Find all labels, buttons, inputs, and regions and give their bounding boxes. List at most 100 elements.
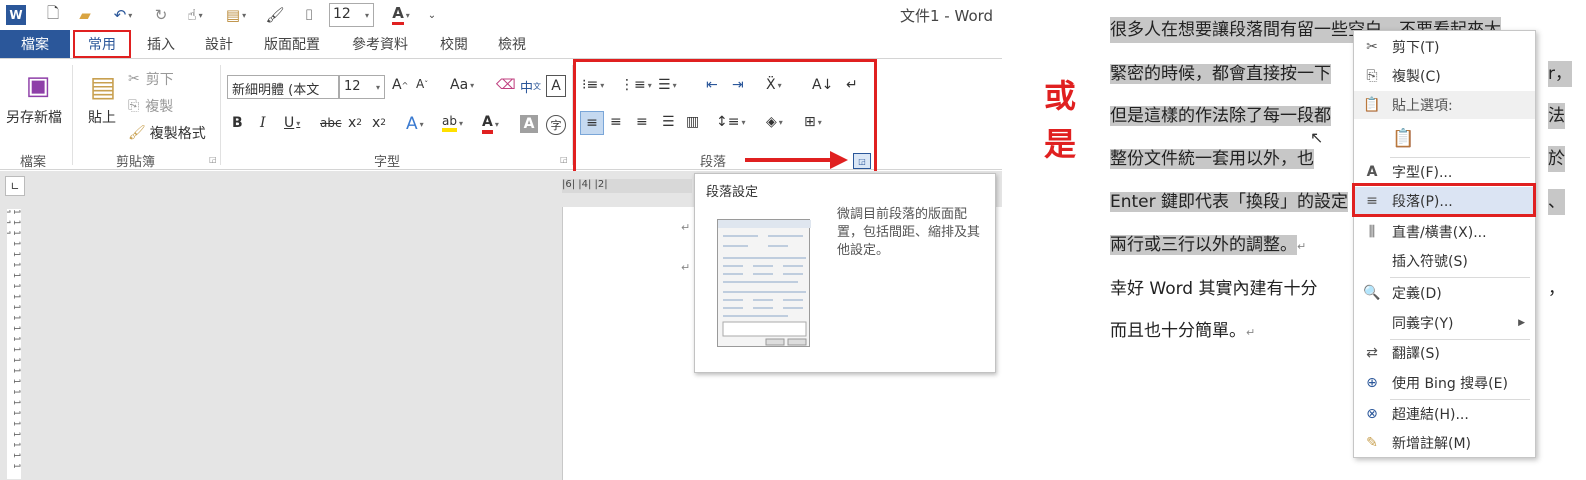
tab-view[interactable]: 檢視 xyxy=(498,30,526,58)
shrink-font-icon[interactable]: Aˇ xyxy=(416,77,428,91)
menu-item-label: 剪下(T) xyxy=(1392,40,1440,56)
menu-item-font[interactable]: A 字型(F)... xyxy=(1354,158,1535,186)
font-color-qat-icon[interactable]: A ▾ xyxy=(384,3,418,27)
doc-line-text: 整份文件統一套用以外，也 xyxy=(1110,149,1314,169)
bold-icon[interactable]: B xyxy=(232,115,243,131)
font-size-box[interactable]: 12 ▾ xyxy=(339,75,385,99)
font-launcher-icon[interactable]: ◲ xyxy=(560,155,568,164)
save-new-icon[interactable]: ▣ xyxy=(20,67,56,105)
touch-mode-icon[interactable]: ☝ ▾ xyxy=(180,3,210,27)
menu-item-copy[interactable]: ⎘ 複製(C) xyxy=(1354,62,1535,90)
font-size-value: 12 xyxy=(344,79,361,94)
menu-item-hyperlink[interactable]: ⊗ 超連結(H)... xyxy=(1354,400,1535,428)
change-case-icon[interactable]: Aa ▾ xyxy=(450,77,474,93)
group-separator xyxy=(72,65,73,165)
menu-item-label: 翻譯(S) xyxy=(1392,346,1440,362)
menu-item-text-direction[interactable]: ⫼ 直書/橫書(X)... xyxy=(1354,218,1535,246)
menu-item-paste-keep[interactable]: 📋 xyxy=(1354,123,1535,153)
superscript-icon[interactable]: x2 xyxy=(372,115,386,131)
menu-item-label: 定義(D) xyxy=(1392,286,1442,302)
define-icon: 🔍 xyxy=(1363,285,1381,301)
font-color-icon[interactable]: A ▾ xyxy=(482,114,499,134)
menu-item-translate[interactable]: ⇄ 翻譯(S) xyxy=(1354,339,1535,367)
menu-item-label: 超連結(H)... xyxy=(1392,407,1469,423)
bing-search-icon: ⊕ xyxy=(1366,375,1378,391)
vertical-ruler[interactable]: 1 1 1 1 1 1 1 1 1 1 1 1 1 1 1 1 1 1 1 1 … xyxy=(7,209,21,479)
mouse-cursor-icon: ↖ xyxy=(1310,128,1324,147)
doc-line-text: 而且也十分簡單。 xyxy=(1110,321,1246,341)
comment-icon: ✎ xyxy=(1366,435,1378,451)
format-painter-label: 複製格式 xyxy=(149,126,206,142)
qat-font-size-value: 12 xyxy=(333,6,351,22)
menu-item-define[interactable]: 🔍 定義(D) xyxy=(1354,279,1535,307)
character-border-icon[interactable]: A xyxy=(546,75,566,97)
paragraph-qat-icon[interactable]: ⌷ xyxy=(298,3,320,27)
menu-item-bing-search[interactable]: ⊕ 使用 Bing 搜尋(E) xyxy=(1354,369,1535,397)
new-document-icon[interactable]: 🗋 xyxy=(42,3,64,27)
subscript-icon[interactable]: x2 xyxy=(348,115,362,131)
paste-qat-icon[interactable]: ▤ ▾ xyxy=(220,3,252,27)
menu-item-label: 貼上選項: xyxy=(1392,98,1453,114)
character-shading-icon[interactable]: A xyxy=(520,115,538,133)
or-annotation-text: 或是 xyxy=(1043,77,1076,163)
menu-header-paste-options: 📋 貼上選項: xyxy=(1354,91,1535,119)
font-name-box[interactable]: 新細明體 (本文 xyxy=(227,75,339,99)
doc-line-text: 緊密的時候，都會直接按一下 xyxy=(1110,64,1331,84)
tab-design[interactable]: 設計 xyxy=(205,30,233,58)
highlight-icon[interactable]: ab ▾ xyxy=(442,114,463,132)
hyperlink-icon: ⊗ xyxy=(1366,406,1378,422)
phonetic-guide-icon[interactable]: 中文 xyxy=(520,77,541,96)
enclose-characters-icon[interactable]: 字 xyxy=(546,115,566,135)
text-effects-icon[interactable]: A ▾ xyxy=(406,114,424,134)
cut-button[interactable]: ✂ 剪下 xyxy=(128,69,174,89)
underline-icon[interactable]: U ▾ xyxy=(284,115,300,131)
translate-icon: ⇄ xyxy=(1366,345,1378,361)
format-painter-button[interactable]: 🖌 複製格式 xyxy=(128,123,206,143)
font-icon: A xyxy=(1366,164,1378,180)
clipboard-launcher-icon[interactable]: ◲ xyxy=(209,155,217,164)
tab-review[interactable]: 校閱 xyxy=(440,30,468,58)
doc-line: 但是這樣的作法除了每一段都 法 xyxy=(1110,103,1565,129)
word-window: W 🗋 ▰ ↶ ▾ ↻ ☝ ▾ ▤ ▾ 🖌 ⌷ 12 ▾ A ▾ ⌄ 文件1 - Word… xyxy=(0,0,1002,480)
ruler-numbers: |6| |4| |2| xyxy=(562,179,608,190)
menu-item-cut[interactable]: ✂ 剪下(T) xyxy=(1354,33,1535,61)
doc-line: 幸好 Word 其實內建有十分 ， xyxy=(1110,276,1565,302)
open-folder-icon[interactable]: ▰ xyxy=(74,3,96,27)
tab-home[interactable]: 常用 xyxy=(73,30,131,58)
customize-qat-icon[interactable]: ⌄ xyxy=(426,3,438,27)
grow-font-icon[interactable]: A ^ xyxy=(392,77,408,93)
tab-insert[interactable]: 插入 xyxy=(147,30,175,58)
tab-layout[interactable]: 版面配置 xyxy=(264,30,320,58)
copy-button[interactable]: ⎘ 複製 xyxy=(128,96,173,116)
undo-icon[interactable]: ↶ ▾ xyxy=(106,3,140,27)
paragraph-menu-highlight xyxy=(1352,183,1536,217)
italic-icon[interactable]: I xyxy=(260,115,266,131)
strikethrough-icon[interactable]: abc xyxy=(320,116,342,130)
paste-button[interactable]: 貼上 xyxy=(88,107,116,127)
tab-selector-icon[interactable]: ∟ xyxy=(5,176,25,196)
menu-item-synonyms[interactable]: 同義字(Y) ▶ xyxy=(1354,309,1535,337)
font-name-value: 新細明體 (本文 xyxy=(232,83,320,98)
menu-item-new-comment[interactable]: ✎ 新增註解(M) xyxy=(1354,429,1535,457)
paste-keep-icon: 📋 xyxy=(1392,127,1415,149)
doc-line-text: Enter 鍵即代表「換段」的設定 xyxy=(1110,192,1349,212)
group-separator xyxy=(220,65,221,165)
scissors-icon: ✂ xyxy=(1366,39,1378,55)
paragraph-mark-icon: ↵ xyxy=(1297,240,1307,253)
tab-references[interactable]: 參考資料 xyxy=(352,30,408,58)
paragraph-dialog-thumbnail xyxy=(717,219,811,347)
tab-file[interactable]: 檔案 xyxy=(0,30,70,58)
redo-icon[interactable]: ↻ xyxy=(150,3,172,27)
copy-icon: ⎘ xyxy=(1366,68,1378,84)
qat-font-size-box[interactable]: 12 ▾ xyxy=(329,3,374,27)
submenu-arrow-icon: ▶ xyxy=(1518,318,1525,328)
format-painter-qat-icon[interactable]: 🖌 xyxy=(264,3,286,27)
clear-formatting-icon[interactable]: ⌫ xyxy=(496,77,516,93)
save-new-button[interactable]: 另存新檔 xyxy=(6,107,62,127)
menu-item-insert-symbol[interactable]: 插入符號(S) xyxy=(1354,247,1535,275)
menu-item-label: 同義字(Y) xyxy=(1392,316,1454,332)
group-font-label: 字型 xyxy=(374,155,401,170)
paragraph-settings-tooltip: 段落設定 微調目前段落的版面配置，包括間距、縮排及其他設定。 xyxy=(694,173,996,373)
paste-icon[interactable]: ▤ xyxy=(88,67,118,105)
horizontal-ruler[interactable]: |6| |4| |2| xyxy=(562,179,692,193)
